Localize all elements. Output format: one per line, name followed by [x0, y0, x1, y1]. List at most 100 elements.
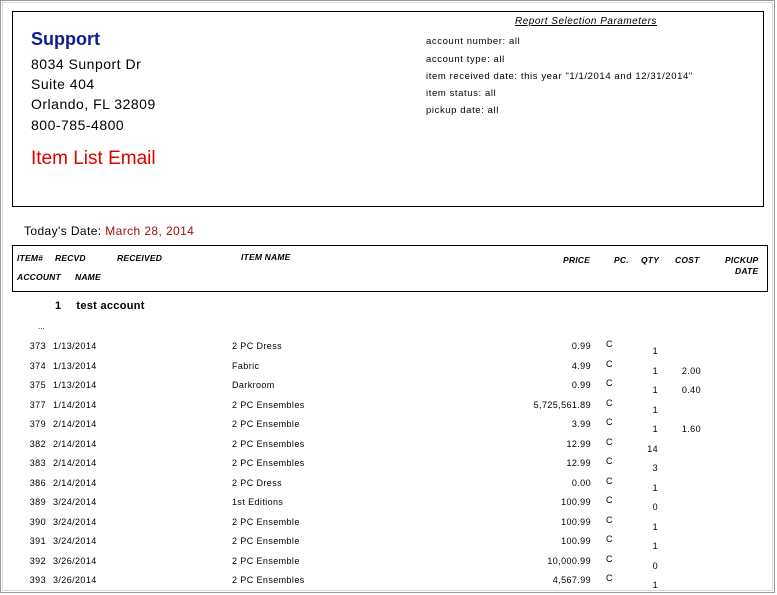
- table-row: 391 3/24/2014 2 PC Ensemble 100.99 C 1: [0, 534, 777, 555]
- item-name: 1st Editions: [232, 497, 284, 507]
- param-pickup-date: pickup date: all: [426, 105, 499, 116]
- qty: 1: [652, 483, 658, 493]
- qty: 0: [652, 561, 658, 571]
- col-name: NAME: [75, 272, 101, 282]
- table-row: 375 1/13/2014 Darkroom 0.99 C 1 0.40: [0, 378, 777, 399]
- item-number: 386: [29, 478, 46, 488]
- price: 100.99: [561, 517, 591, 527]
- qty: 3: [652, 463, 658, 473]
- price: 4,567.99: [552, 575, 591, 585]
- price: 12.99: [566, 458, 591, 468]
- qty: 1: [652, 424, 658, 434]
- col-cost: COST: [675, 255, 700, 265]
- item-name: 2 PC Ensembles: [232, 575, 305, 585]
- company-phone: 800-785-4800: [31, 117, 125, 133]
- ellipsis: ...: [38, 322, 45, 331]
- item-name: 2 PC Dress: [232, 341, 283, 351]
- received-date: 1/13/2014: [53, 341, 97, 351]
- table-row: 382 2/14/2014 2 PC Ensembles 12.99 C 14: [0, 437, 777, 458]
- qty: 1: [652, 385, 658, 395]
- col-received: RECEIVED: [117, 253, 163, 263]
- company-city-state-zip: Orlando, FL 32809: [31, 96, 156, 112]
- received-date: 3/24/2014: [53, 497, 97, 507]
- column-header: ITEM# RECVD RECEIVED ITEM NAME PRICE PC.…: [12, 245, 768, 292]
- item-number: 377: [29, 400, 46, 410]
- qty: 1: [652, 366, 658, 376]
- qty: 1: [652, 346, 658, 356]
- pc-code: C: [606, 476, 613, 486]
- todays-date: Today's Date: March 28, 2014: [24, 224, 194, 238]
- param-account-number: account number: all: [426, 36, 521, 47]
- col-qty: QTY: [641, 255, 660, 265]
- table-row: 393 3/26/2014 2 PC Ensembles 4,567.99 C 1: [0, 573, 777, 594]
- param-account-type: account type: all: [426, 54, 505, 65]
- col-price: PRICE: [563, 255, 590, 265]
- pc-code: C: [606, 359, 613, 369]
- pc-code: C: [606, 456, 613, 466]
- qty: 1: [652, 580, 658, 590]
- item-number: 391: [29, 536, 46, 546]
- item-number: 373: [29, 341, 46, 351]
- qty: 1: [652, 541, 658, 551]
- received-date: 3/26/2014: [53, 556, 97, 566]
- received-date: 2/14/2014: [53, 478, 97, 488]
- account-group-header: 1 test account: [55, 300, 145, 312]
- price: 100.99: [561, 497, 591, 507]
- pc-code: C: [606, 398, 613, 408]
- item-number: 374: [29, 361, 46, 371]
- item-name: Darkroom: [232, 380, 275, 390]
- account-name: test account: [76, 300, 145, 312]
- item-name: 2 PC Ensembles: [232, 439, 305, 449]
- received-date: 1/13/2014: [53, 380, 97, 390]
- price: 100.99: [561, 536, 591, 546]
- qty: 14: [647, 444, 658, 454]
- cost: 1.60: [681, 424, 701, 434]
- table-row: 374 1/13/2014 Fabric 4.99 C 1 2.00: [0, 359, 777, 380]
- col-item-name: ITEM NAME: [241, 252, 291, 262]
- table-row: 386 2/14/2014 2 PC Dress 0.00 C 1: [0, 476, 777, 497]
- item-name: 2 PC Ensemble: [232, 419, 300, 429]
- received-date: 1/13/2014: [53, 361, 97, 371]
- pc-code: C: [606, 378, 613, 388]
- param-received-date: item received date: this year "1/1/2014 …: [426, 71, 693, 82]
- price: 0.99: [571, 341, 591, 351]
- received-date: 2/14/2014: [53, 439, 97, 449]
- item-number: 389: [29, 497, 46, 507]
- item-name: 2 PC Ensembles: [232, 400, 305, 410]
- item-number: 392: [29, 556, 46, 566]
- item-name: 2 PC Ensembles: [232, 458, 305, 468]
- qty: 1: [652, 522, 658, 532]
- pc-code: C: [606, 554, 613, 564]
- qty: 0: [652, 502, 658, 512]
- received-date: 2/14/2014: [53, 458, 97, 468]
- todays-date-value: March 28, 2014: [105, 224, 195, 238]
- table-row: 389 3/24/2014 1st Editions 100.99 C 0: [0, 495, 777, 516]
- table-row: 392 3/26/2014 2 PC Ensemble 10,000.99 C 0: [0, 554, 777, 575]
- company-address-line2: Suite 404: [31, 76, 95, 92]
- price: 3.99: [571, 419, 591, 429]
- price: 5,725,561.89: [533, 400, 591, 410]
- item-name: Fabric: [232, 361, 260, 371]
- item-name: 2 PC Ensemble: [232, 556, 300, 566]
- item-name: 2 PC Dress: [232, 478, 283, 488]
- param-item-status: item status: all: [426, 88, 497, 99]
- company-address-line1: 8034 Sunport Dr: [31, 56, 142, 72]
- report-title: Item List Email: [31, 148, 156, 169]
- received-date: 3/24/2014: [53, 517, 97, 527]
- table-row: 383 2/14/2014 2 PC Ensembles 12.99 C 3: [0, 456, 777, 477]
- todays-date-label: Today's Date:: [24, 224, 102, 238]
- table-row: 373 1/13/2014 2 PC Dress 0.99 C 1: [0, 339, 777, 360]
- item-number: 393: [29, 575, 46, 585]
- pc-code: C: [606, 437, 613, 447]
- price: 10,000.99: [547, 556, 591, 566]
- pc-code: C: [606, 515, 613, 525]
- price: 12.99: [566, 439, 591, 449]
- qty: 1: [652, 405, 658, 415]
- cost: 0.40: [681, 385, 701, 395]
- item-number: 382: [29, 439, 46, 449]
- report-header: Support 8034 Sunport Dr Suite 404 Orland…: [12, 11, 764, 207]
- item-number: 390: [29, 517, 46, 527]
- col-recvd: RECVD: [55, 253, 86, 263]
- col-account: ACCOUNT: [17, 272, 61, 282]
- pc-code: C: [606, 339, 613, 349]
